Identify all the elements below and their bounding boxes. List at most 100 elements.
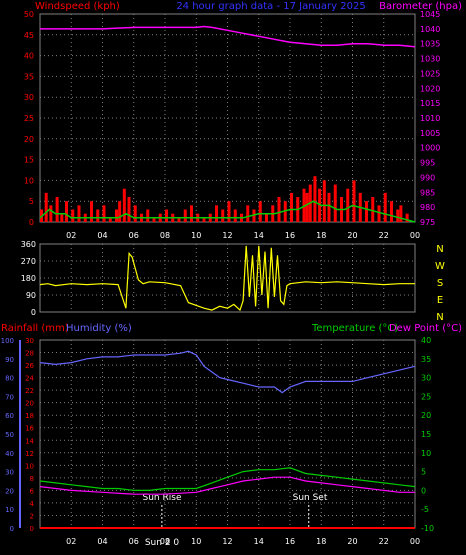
rainfall-tick-label: 2 xyxy=(30,512,34,520)
wind-gust-bar xyxy=(190,205,193,222)
wind-gust-bar xyxy=(227,201,231,222)
barometer-tick-label: 1000 xyxy=(420,144,440,153)
temperature-tick-label: 0 xyxy=(421,486,426,495)
rainfall-tick-label: 24 xyxy=(25,375,34,383)
temperature-tick-label: 15 xyxy=(421,430,431,439)
wind-gust-bar xyxy=(90,201,93,222)
time-tick-label: 16 xyxy=(285,231,295,240)
wind-gust-bar xyxy=(165,209,168,222)
humidity-tick-label: 40 xyxy=(5,450,14,458)
barometer-tick-label: 990 xyxy=(420,173,435,182)
wind-gust-bar xyxy=(127,197,131,222)
wind-gust-bar xyxy=(44,192,48,222)
windspeed-tick-label: 25 xyxy=(24,114,34,123)
humidity-tick-label: 50 xyxy=(5,431,14,439)
temperature-tick-label: -10 xyxy=(421,524,434,533)
wind-gust-bar xyxy=(246,205,250,222)
wind-gust-bar xyxy=(215,205,218,222)
wind-gust-bar xyxy=(305,192,309,222)
rainfall-tick-label: 20 xyxy=(25,400,34,408)
rainfall-tick-label: 22 xyxy=(25,387,34,395)
time-tick-label: 22 xyxy=(379,231,389,240)
temperature-tick-label: 35 xyxy=(421,355,431,364)
time-tick-label: 16 xyxy=(285,537,295,546)
compass-label: E xyxy=(437,295,443,306)
windspeed-tick-label: 30 xyxy=(24,93,34,102)
time-tick-label: 20 xyxy=(347,537,357,546)
rainfall-tick-label: 14 xyxy=(25,437,34,445)
barometer-tick-label: 985 xyxy=(420,188,435,197)
compass-label: N xyxy=(436,312,443,323)
temperature-tick-label: -5 xyxy=(421,505,429,514)
wind-gust-bar xyxy=(265,213,268,222)
windspeed-tick-label: 5 xyxy=(29,197,34,206)
temperature-tick-label: 5 xyxy=(421,468,426,477)
humidity-tick-label: 70 xyxy=(5,393,14,401)
barometer-tick-label: 995 xyxy=(420,159,435,168)
rainfall-axis-label: Rainfall (mm) xyxy=(1,323,69,334)
humidity-tick-label: 60 xyxy=(5,412,14,420)
time-tick-label: 06 xyxy=(129,537,139,546)
rainfall-tick-label: 8 xyxy=(30,475,34,483)
barometer-tick-label: 1025 xyxy=(420,69,440,78)
rainfall-tick-label: 26 xyxy=(25,362,34,370)
wind-gust-bar xyxy=(352,180,356,222)
time-tick-label: 18 xyxy=(316,537,326,546)
temperature-tick-label: 20 xyxy=(421,411,431,420)
wind-gust-bar xyxy=(233,209,237,222)
wind-gust-bar xyxy=(122,188,126,222)
time-tick-label: 14 xyxy=(254,537,264,546)
wind-gust-bar xyxy=(333,184,337,222)
wind-gust-bar xyxy=(65,201,68,222)
wind-gust-bar xyxy=(183,209,187,222)
rainfall-tick-label: 18 xyxy=(25,412,34,420)
humidity-tick-label: 90 xyxy=(5,356,14,364)
time-tick-label: 02 xyxy=(66,231,76,240)
sun-set-label: Sun Set xyxy=(293,493,328,503)
barometer-tick-label: 1045 xyxy=(420,10,440,19)
wind-gust-bar xyxy=(327,192,331,222)
rainfall-tick-label: 0 xyxy=(30,525,34,533)
windspeed-axis-label: Windspeed (kph) xyxy=(35,1,120,12)
wind-gust-bar xyxy=(221,209,225,222)
wind-gust-bar xyxy=(396,209,400,222)
direction-tick-label: 90 xyxy=(26,291,36,300)
wind-gust-bar xyxy=(118,201,122,222)
time-tick-label: 12 xyxy=(222,231,232,240)
rainfall-tick-label: 6 xyxy=(30,487,35,495)
wind-gust-bar xyxy=(277,197,281,222)
time-tick-label: 20 xyxy=(347,231,357,240)
time-tick-label: 12 xyxy=(222,537,232,546)
windspeed-tick-label: 0 xyxy=(29,218,34,227)
compass-label: W xyxy=(435,261,445,272)
time-tick-label: 10 xyxy=(191,231,201,240)
rainfall-tick-label: 4 xyxy=(30,500,35,508)
wind-gust-bar xyxy=(115,209,118,222)
time-tick-label: 22 xyxy=(379,537,389,546)
time-tick-label: 04 xyxy=(97,537,107,546)
direction-tick-label: 180 xyxy=(21,274,36,283)
wind-gust-bar xyxy=(146,209,150,222)
temperature-axis-label: Temperature (°C) xyxy=(311,323,398,334)
time-tick-label: 18 xyxy=(316,231,326,240)
humidity-tick-label: 100 xyxy=(1,337,14,345)
wind-gust-bar xyxy=(290,192,293,222)
time-tick-label: 14 xyxy=(254,231,264,240)
wind-gust-bar xyxy=(77,205,81,222)
rainfall-tick-label: 16 xyxy=(25,425,34,433)
temperature-tick-label: 10 xyxy=(421,449,431,458)
humidity-tick-label: 10 xyxy=(5,506,14,514)
barometer-tick-label: 975 xyxy=(420,218,435,227)
wind-gust-bar xyxy=(313,176,317,222)
wind-gust-bar xyxy=(55,197,59,222)
time-tick-label: 10 xyxy=(191,537,201,546)
wind-gust-bar xyxy=(346,188,350,222)
wind-gust-bar xyxy=(322,180,326,222)
humidity-axis-label: Humidity (%) xyxy=(66,323,132,334)
time-tick-label: 00 xyxy=(410,231,420,240)
barometer-tick-label: 1005 xyxy=(420,129,440,138)
temperature-tick-label: 25 xyxy=(421,392,431,401)
rainfall-tick-label: 28 xyxy=(25,350,34,358)
windspeed-tick-label: 15 xyxy=(24,156,34,165)
windspeed-tick-label: 40 xyxy=(24,52,34,61)
